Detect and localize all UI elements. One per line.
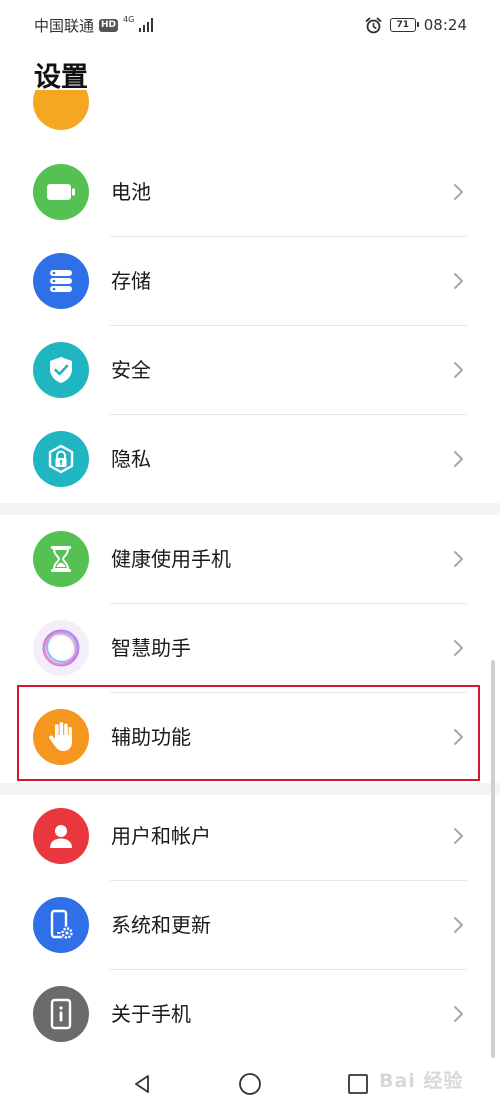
- settings-item-label: 健康使用手机: [111, 547, 231, 571]
- privacy-lock-icon: [33, 431, 89, 487]
- settings-item-label: 智慧助手: [111, 636, 191, 660]
- settings-item-label: 安全: [111, 358, 151, 382]
- phone-settings-icon: [33, 897, 89, 953]
- phone-info-icon: [33, 986, 89, 1042]
- back-icon: [135, 1074, 149, 1093]
- chevron-right-icon: [454, 362, 463, 378]
- group-divider: [0, 503, 500, 515]
- settings-item-system-update[interactable]: 系统和更新: [0, 881, 500, 970]
- watermark: Bai 经验: [379, 1070, 464, 1092]
- hourglass-icon: [33, 531, 89, 587]
- chevron-right-icon: [454, 640, 463, 656]
- settings-item-privacy[interactable]: 隐私: [0, 415, 500, 504]
- status-left: 中国联通 HD 4G: [34, 15, 154, 36]
- settings-item-label: 关于手机: [111, 1002, 191, 1026]
- settings-item-digital-balance[interactable]: 健康使用手机: [0, 515, 500, 604]
- settings-item-storage[interactable]: 存储: [0, 237, 500, 326]
- settings-item-label: 电池: [111, 180, 151, 204]
- user-icon: [33, 808, 89, 864]
- home-button[interactable]: [234, 1068, 266, 1100]
- carrier-name: 中国联通: [34, 16, 95, 35]
- shield-check-icon: [33, 342, 89, 398]
- settings-item-users-accounts[interactable]: 用户和帐户: [0, 792, 500, 881]
- chevron-right-icon: [454, 1006, 463, 1022]
- scrolled-item-icon[interactable]: [33, 90, 89, 130]
- settings-item-label: 用户和帐户: [111, 824, 211, 848]
- network-type: 4G: [123, 15, 135, 24]
- chevron-right-icon: [454, 551, 463, 567]
- scrollbar[interactable]: [491, 660, 495, 1058]
- settings-item-about-phone[interactable]: 关于手机: [0, 970, 500, 1059]
- settings-item-label: 存储: [111, 269, 151, 293]
- settings-item-security[interactable]: 安全: [0, 326, 500, 415]
- signal-icon: [139, 18, 154, 32]
- home-icon: [239, 1072, 261, 1095]
- back-button[interactable]: [126, 1068, 158, 1100]
- chevron-right-icon: [454, 184, 463, 200]
- chevron-right-icon: [454, 828, 463, 844]
- battery-icon: [33, 164, 89, 220]
- hd-badge: HD: [99, 18, 119, 32]
- chevron-right-icon: [454, 273, 463, 289]
- settings-item-label: 系统和更新: [111, 913, 211, 937]
- alarm-icon: [365, 17, 382, 33]
- smart-assistant-icon: [33, 620, 89, 676]
- recents-icon: [348, 1073, 368, 1094]
- status-bar: 中国联通 HD 4G 71 08:24: [0, 0, 500, 50]
- chevron-right-icon: [454, 451, 463, 467]
- recents-button[interactable]: [342, 1068, 374, 1100]
- battery-indicator: 71: [389, 18, 419, 32]
- battery-level: 71: [396, 20, 410, 30]
- clock: 08:24: [423, 16, 467, 34]
- settings-item-smart-assistant[interactable]: 智慧助手: [0, 604, 500, 693]
- settings-item-label: 隐私: [111, 447, 151, 471]
- settings-item-battery[interactable]: 电池: [0, 148, 500, 237]
- storage-icon: [33, 253, 89, 309]
- status-right: 71 08:24: [365, 16, 467, 34]
- chevron-right-icon: [454, 917, 463, 933]
- highlight-box: [17, 685, 480, 781]
